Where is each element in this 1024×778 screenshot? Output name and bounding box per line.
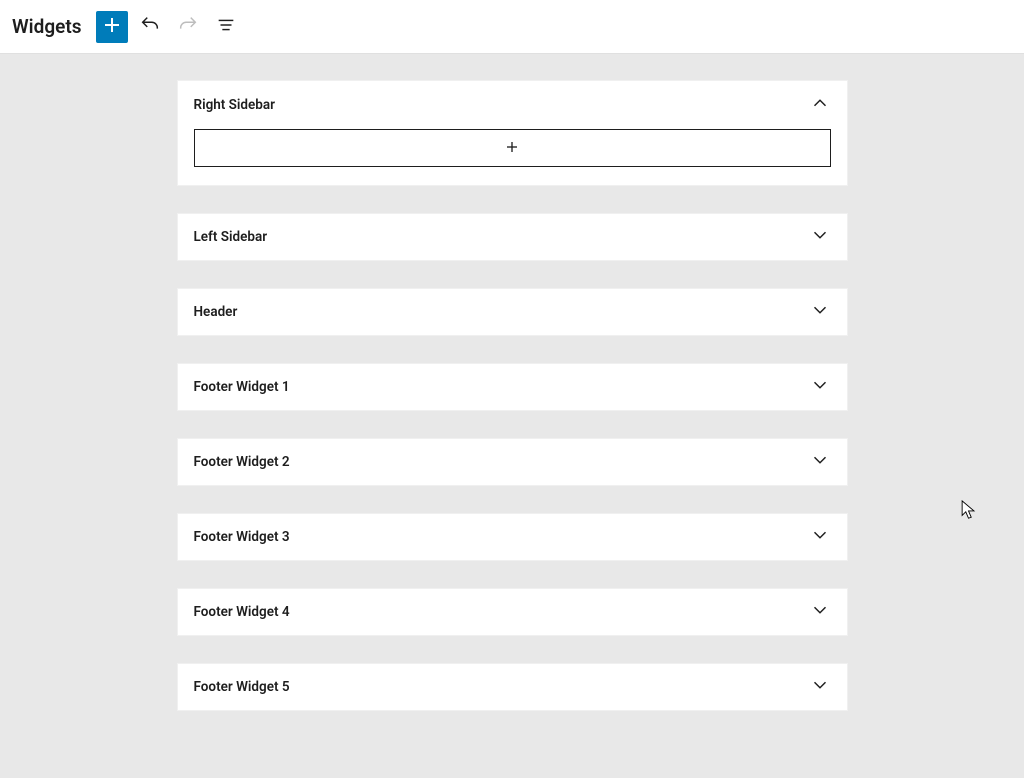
editor-toolbar: Widgets [0, 0, 1024, 54]
widget-area-footer-widget-2: Footer Widget 2 [177, 438, 848, 486]
chevron-down-icon [809, 374, 831, 400]
chevron-down-icon [809, 449, 831, 475]
add-block-inline-button[interactable] [194, 129, 831, 167]
widget-area-toggle[interactable]: Footer Widget 5 [178, 664, 847, 710]
widget-areas-canvas: Right Sidebar Left Sidebar Header [0, 54, 1024, 778]
widget-area-footer-widget-3: Footer Widget 3 [177, 513, 848, 561]
widget-area-title: Right Sidebar [194, 97, 276, 113]
widget-area-header: Header [177, 288, 848, 336]
undo-button[interactable] [134, 11, 166, 43]
widget-area-title: Footer Widget 1 [194, 379, 290, 395]
widget-area-body [178, 129, 847, 185]
widget-area-toggle[interactable]: Right Sidebar [178, 81, 847, 129]
plus-icon [502, 137, 522, 160]
redo-button[interactable] [172, 11, 204, 43]
chevron-down-icon [809, 674, 831, 700]
widget-area-title: Footer Widget 2 [194, 454, 290, 470]
widget-area-toggle[interactable]: Footer Widget 2 [178, 439, 847, 485]
plus-icon [100, 13, 124, 40]
page-title: Widgets [12, 15, 82, 38]
widget-area-toggle[interactable]: Header [178, 289, 847, 335]
chevron-down-icon [809, 599, 831, 625]
widget-area-toggle[interactable]: Footer Widget 1 [178, 364, 847, 410]
widget-area-footer-widget-4: Footer Widget 4 [177, 588, 848, 636]
widget-area-title: Footer Widget 5 [194, 679, 290, 695]
widget-area-right-sidebar: Right Sidebar [177, 80, 848, 186]
chevron-down-icon [809, 299, 831, 325]
chevron-up-icon [809, 92, 831, 118]
chevron-down-icon [809, 224, 831, 250]
widget-area-title: Footer Widget 4 [194, 604, 290, 620]
widget-area-footer-widget-1: Footer Widget 1 [177, 363, 848, 411]
add-block-button[interactable] [96, 11, 128, 43]
widget-area-title: Header [194, 304, 238, 320]
list-view-icon [215, 14, 237, 39]
widget-area-toggle[interactable]: Footer Widget 4 [178, 589, 847, 635]
undo-icon [139, 14, 161, 39]
widget-area-footer-widget-5: Footer Widget 5 [177, 663, 848, 711]
widget-area-title: Left Sidebar [194, 229, 268, 245]
widget-area-title: Footer Widget 3 [194, 529, 290, 545]
redo-icon [177, 14, 199, 39]
chevron-down-icon [809, 524, 831, 550]
widget-area-left-sidebar: Left Sidebar [177, 213, 848, 261]
widget-area-toggle[interactable]: Footer Widget 3 [178, 514, 847, 560]
list-view-button[interactable] [210, 11, 242, 43]
widget-area-toggle[interactable]: Left Sidebar [178, 214, 847, 260]
